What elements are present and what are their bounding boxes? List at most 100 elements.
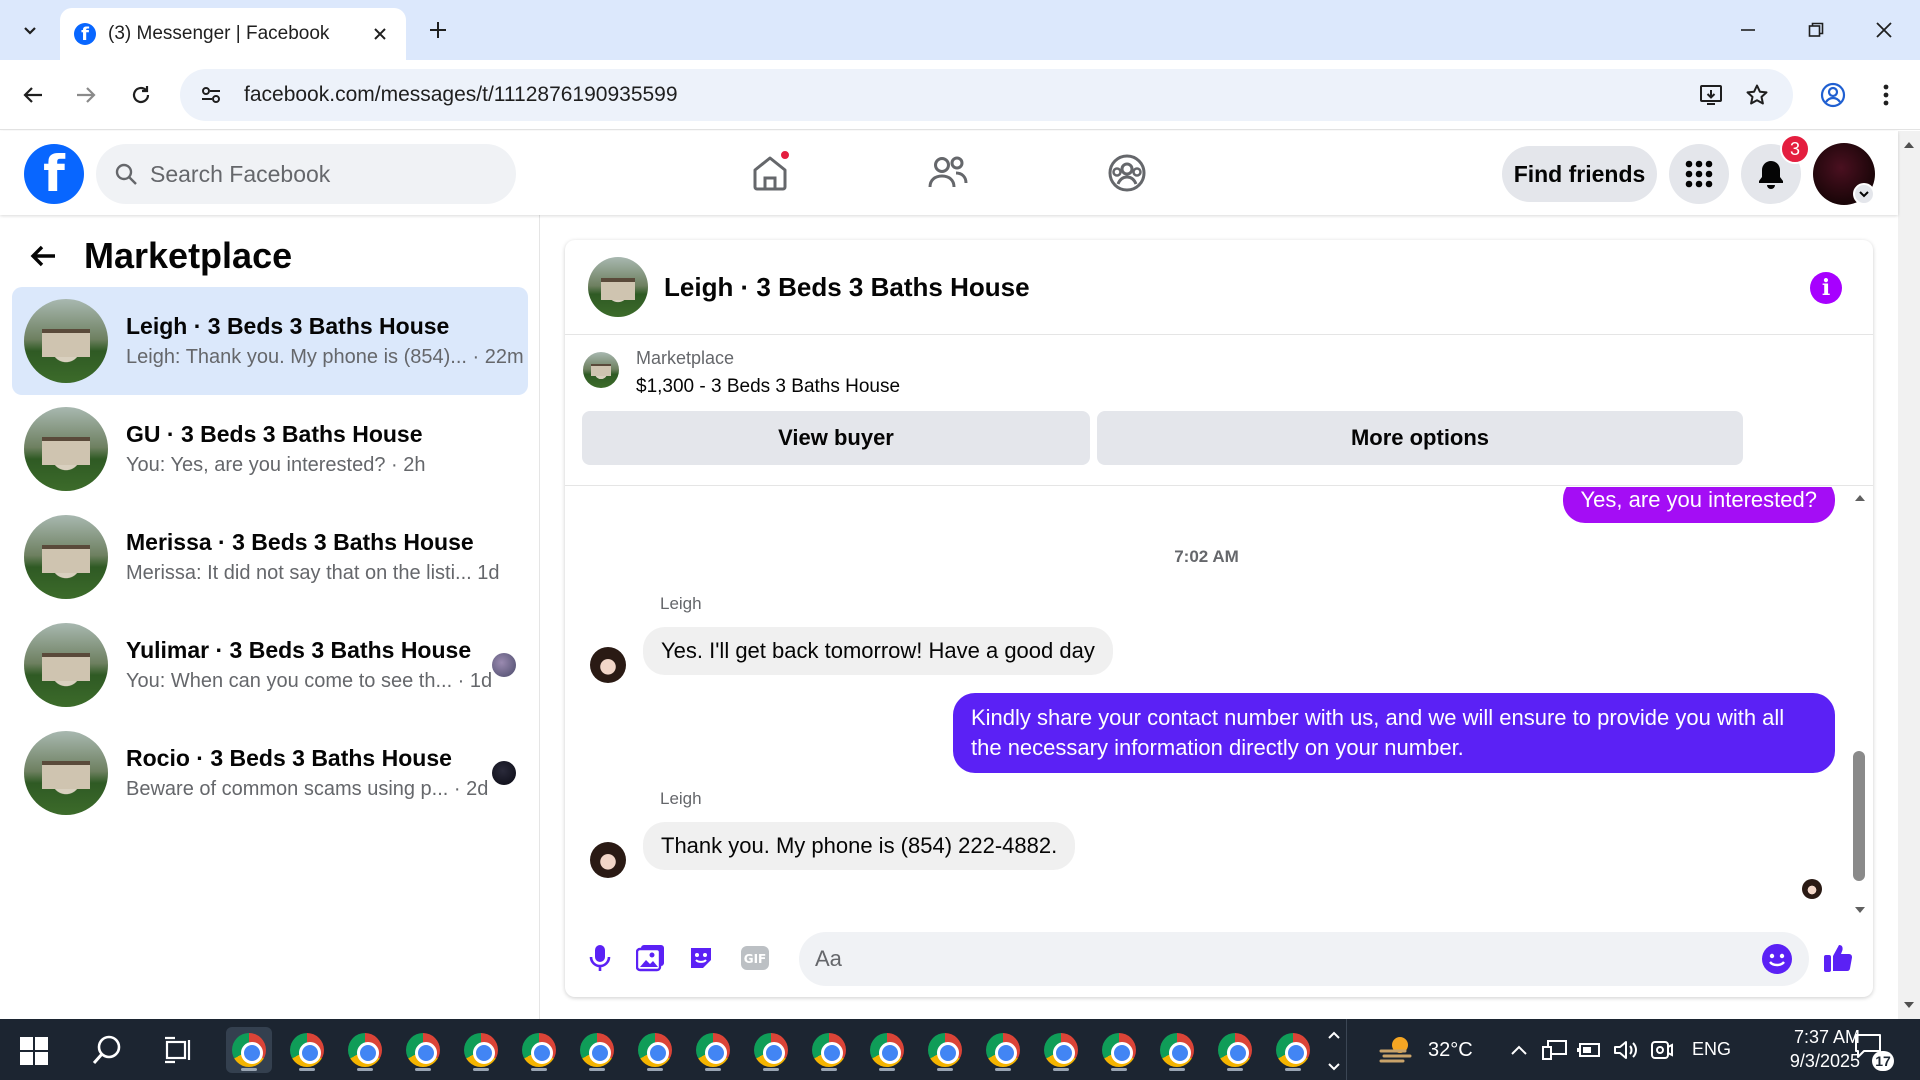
conversation-item[interactable]: Rocio · 3 Beds 3 Baths House Beware of c… (12, 719, 528, 827)
back-button[interactable] (13, 75, 53, 115)
input-language[interactable]: ENG (1692, 1039, 1731, 1060)
battery-tray-icon[interactable] (1575, 1035, 1605, 1065)
find-friends-button[interactable]: Find friends (1502, 146, 1657, 202)
photo-icon (636, 945, 664, 972)
clock[interactable]: 7:37 AM 9/3/2025 (1760, 1025, 1860, 1075)
url-text[interactable]: facebook.com/messages/t/1112876190935599 (244, 83, 1681, 107)
taskbar-chrome-app[interactable] (516, 1027, 562, 1073)
incoming-message[interactable]: Yes. I'll get back tomorrow! Have a good… (643, 627, 1113, 675)
conversation-item[interactable]: Yulimar · 3 Beds 3 Baths House You: When… (12, 611, 528, 719)
chevron-up-icon[interactable] (1326, 1029, 1342, 1041)
new-tab-button[interactable] (420, 12, 456, 48)
taskbar-chrome-app[interactable] (1212, 1027, 1258, 1073)
outgoing-message[interactable]: Yes, are you interested? (1562, 487, 1835, 523)
taskbar-chrome-app[interactable] (400, 1027, 446, 1073)
listing-price-title[interactable]: $1,300 - 3 Beds 3 Baths House (636, 376, 900, 398)
task-view-button[interactable] (156, 1027, 202, 1073)
display-tray-icon[interactable] (1540, 1035, 1570, 1065)
taskbar-chrome-app[interactable] (1038, 1027, 1084, 1073)
taskbar-chrome-app[interactable] (342, 1027, 388, 1073)
restore-button[interactable] (1782, 0, 1850, 60)
facebook-search[interactable] (96, 144, 516, 204)
taskbar-overflow-scroller[interactable] (1323, 1027, 1345, 1073)
tab-search-button[interactable] (10, 10, 50, 50)
gif-button[interactable]: GIF (737, 940, 773, 976)
conversation-item[interactable]: Leigh · 3 Beds 3 Baths House Leigh: Than… (12, 287, 528, 395)
site-settings-icon[interactable] (200, 84, 222, 106)
notification-count-badge: 17 (1872, 1051, 1894, 1071)
chat-title[interactable]: Leigh · 3 Beds 3 Baths House (664, 272, 1030, 303)
show-hidden-icons-button[interactable] (1504, 1035, 1534, 1065)
menu-button[interactable] (1669, 144, 1729, 204)
tab-close-button[interactable] (368, 22, 392, 46)
incoming-message[interactable]: Thank you. My phone is (854) 222-4882. (643, 822, 1076, 870)
chevron-down-icon[interactable] (1326, 1061, 1342, 1073)
taskbar-chrome-app[interactable] (1096, 1027, 1142, 1073)
conversation-preview: Merissa: It did not say that on the list… (126, 562, 500, 584)
chat-listing-thumbnail[interactable] (588, 257, 648, 317)
bookmark-button[interactable] (1741, 79, 1773, 111)
sender-avatar[interactable] (590, 647, 626, 683)
emoji-icon[interactable] (1761, 943, 1793, 975)
sender-avatar[interactable] (590, 842, 626, 878)
nav-groups[interactable] (1097, 145, 1157, 201)
taskbar-chrome-app[interactable] (284, 1027, 330, 1073)
weather-widget[interactable]: 32°C (1378, 1031, 1498, 1069)
profile-button[interactable] (1813, 75, 1853, 115)
attach-media-button[interactable] (633, 940, 669, 976)
arrow-right-icon (77, 87, 96, 103)
sticker-button[interactable] (683, 940, 719, 976)
address-bar[interactable]: facebook.com/messages/t/1112876190935599 (180, 69, 1793, 121)
taskbar-chrome-app[interactable] (864, 1027, 910, 1073)
scroll-up-arrow-icon[interactable] (1898, 137, 1920, 153)
camera-tray-icon[interactable] (1647, 1035, 1677, 1065)
like-button[interactable] (1820, 940, 1856, 976)
chrome-icon (986, 1033, 1020, 1067)
arrow-left-icon[interactable] (28, 241, 58, 271)
conversation-item[interactable]: Merissa · 3 Beds 3 Baths House Merissa: … (12, 503, 528, 611)
message-input-box[interactable] (799, 932, 1809, 986)
taskbar-chrome-app[interactable] (690, 1027, 736, 1073)
taskbar-chrome-app[interactable] (806, 1027, 852, 1073)
taskbar-search-button[interactable] (84, 1027, 130, 1073)
taskbar-chrome-app[interactable] (574, 1027, 620, 1073)
scroll-down-arrow-icon[interactable] (1850, 903, 1870, 917)
message-scrollbar-thumb[interactable] (1853, 751, 1865, 881)
outgoing-message[interactable]: Kindly share your contact number with us… (953, 693, 1835, 773)
taskbar-chrome-app[interactable] (748, 1027, 794, 1073)
scroll-up-arrow-icon[interactable] (1850, 491, 1870, 505)
minimize-button[interactable] (1714, 0, 1782, 60)
facebook-logo[interactable]: f (24, 144, 84, 204)
taskbar-chrome-app[interactable] (1270, 1027, 1316, 1073)
taskbar-chrome-app[interactable] (458, 1027, 504, 1073)
conversation-info-button[interactable]: i (1810, 272, 1842, 304)
volume-tray-icon[interactable] (1611, 1035, 1641, 1065)
more-options-button[interactable]: More options (1097, 411, 1743, 465)
browser-tab-messenger[interactable]: f (3) Messenger | Facebook (60, 8, 406, 60)
taskbar-chrome-app[interactable] (1154, 1027, 1200, 1073)
install-app-button[interactable] (1695, 79, 1727, 111)
view-buyer-button[interactable]: View buyer (582, 411, 1090, 465)
friends-icon (928, 156, 968, 188)
forward-button[interactable] (66, 75, 106, 115)
scroll-down-arrow-icon[interactable] (1898, 997, 1920, 1013)
conversation-item[interactable]: GU · 3 Beds 3 Baths House You: Yes, are … (12, 395, 528, 503)
message-input[interactable] (815, 946, 1761, 972)
conversation-text: GU · 3 Beds 3 Baths House You: Yes, are … (126, 421, 528, 477)
reload-button[interactable] (121, 75, 161, 115)
start-button[interactable] (12, 1029, 56, 1073)
account-menu-chevron[interactable] (1853, 183, 1875, 205)
bell-icon (1759, 161, 1783, 189)
nav-home[interactable] (740, 145, 800, 201)
taskbar-chrome-app[interactable] (226, 1027, 272, 1073)
taskbar-chrome-app[interactable] (922, 1027, 968, 1073)
voice-clip-button[interactable] (582, 940, 618, 976)
close-window-button[interactable] (1850, 0, 1918, 60)
taskbar-chrome-app[interactable] (632, 1027, 678, 1073)
browser-menu-button[interactable] (1866, 75, 1906, 115)
nav-friends[interactable] (918, 145, 978, 201)
taskbar-chrome-app[interactable] (980, 1027, 1026, 1073)
notification-center-button[interactable]: 17 (1852, 1031, 1894, 1071)
search-input[interactable] (150, 160, 480, 188)
page-scrollbar[interactable] (1898, 131, 1920, 1019)
